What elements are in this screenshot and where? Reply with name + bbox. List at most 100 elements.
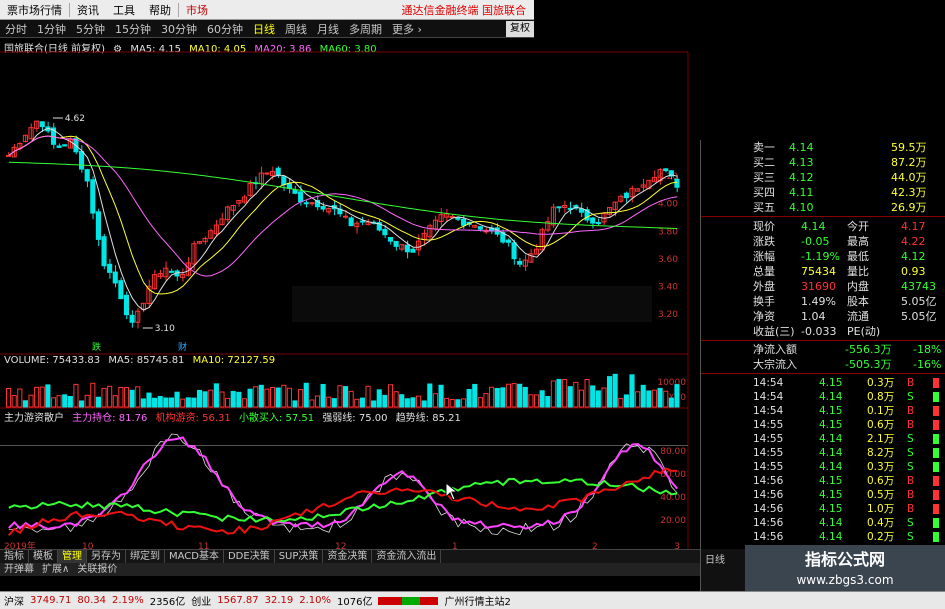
tab-macd[interactable]: MACD基本 <box>165 550 224 563</box>
danmaku-button[interactable]: 开弹幕 <box>0 563 38 576</box>
volume-bar <box>314 395 321 408</box>
stat-label: 最低 <box>847 250 869 263</box>
bid-label: 买五 <box>753 201 775 214</box>
bid-row: 买四 4.11 42.3万 <box>701 185 945 200</box>
volume-bar <box>539 390 545 408</box>
tab-fund-decision[interactable]: 资金决策 <box>323 550 373 563</box>
volume-bar <box>17 388 23 408</box>
volume-bar <box>343 386 349 408</box>
tab-bind-to[interactable]: 绑定到 <box>126 550 165 563</box>
candle-body <box>95 211 101 240</box>
menu-help[interactable]: 帮助 <box>142 2 178 18</box>
related-quote-button[interactable]: 关联报价 <box>73 563 121 576</box>
trade-row: 14:56 4.14 0.2万 S <box>701 530 945 544</box>
period-tab[interactable]: 30分钟 <box>156 21 202 37</box>
volume-bar <box>455 399 461 408</box>
candle-body <box>663 168 669 172</box>
bid-label: 买三 <box>753 171 775 184</box>
volume-bar <box>421 400 427 408</box>
volume-bar <box>348 390 354 408</box>
trade-time: 14:55 <box>753 461 784 473</box>
volume-bar <box>640 384 646 408</box>
period-tab[interactable]: 月线 <box>312 21 344 37</box>
candle-body <box>275 167 281 176</box>
tab-sup[interactable]: SUP决策 <box>275 550 324 563</box>
period-tab[interactable]: 5分钟 <box>71 21 110 37</box>
cy-index-name: 创业 <box>191 597 212 608</box>
server-station[interactable]: 广州行情主站2 <box>444 593 510 608</box>
volume-bar <box>163 397 169 408</box>
volume-bar <box>286 387 292 408</box>
menu-news[interactable]: 资讯 <box>70 2 106 18</box>
volume-bar <box>101 387 107 408</box>
trade-row: 14:54 4.14 0.8万 S <box>701 390 945 404</box>
candle-body <box>393 240 399 247</box>
menu-market[interactable]: 市场 <box>179 2 215 18</box>
period-tab[interactable]: 1分钟 <box>32 21 71 37</box>
stat-row: 涨幅 -1.19% 最低 4.12 <box>701 249 945 264</box>
volume-bar <box>663 390 669 408</box>
period-tab-more[interactable]: 更多 › <box>387 21 427 37</box>
volume-ma10-label: MA10: 72127.59 <box>192 355 276 366</box>
stat-value: 4.14 <box>801 220 826 233</box>
mouse-cursor-icon <box>445 481 459 501</box>
stat-label: 收益(三) <box>753 325 795 338</box>
side-daily-tab[interactable]: 日线 <box>701 549 745 568</box>
trade-time: 14:56 <box>753 489 784 501</box>
period-tab[interactable]: 15分钟 <box>110 21 156 37</box>
menu-market-quotes[interactable]: 票市场行情 <box>0 2 69 18</box>
period-tab[interactable]: 60分钟 <box>202 21 248 37</box>
period-tab[interactable]: 多周期 <box>344 21 387 37</box>
tab-save-as[interactable]: 另存为 <box>87 550 126 563</box>
candle-body <box>90 179 96 214</box>
volume-bar <box>298 389 304 408</box>
volume-bar <box>365 385 371 408</box>
period-tab[interactable]: 周线 <box>280 21 312 37</box>
volume-bar <box>550 380 556 408</box>
trade-time: 14:56 <box>753 475 784 487</box>
trade-time: 14:55 <box>753 433 784 445</box>
divider <box>701 373 945 374</box>
tab-manage[interactable]: 管理 <box>58 550 87 563</box>
stat-value: 5.05亿 <box>901 295 937 308</box>
header-ad-text: 通达信金融终端 国旅联合 <box>401 3 527 17</box>
expand-button[interactable]: 扩展∧ <box>38 563 73 576</box>
menu-tools[interactable]: 工具 <box>106 2 142 18</box>
period-tab-daily[interactable]: 日线 <box>248 21 280 37</box>
candle-body <box>320 206 326 210</box>
side-tab-area: 日线 <box>700 549 745 591</box>
candle-body <box>107 263 113 273</box>
candle-body <box>348 217 354 227</box>
trade-tick <box>933 476 939 486</box>
volume-bar <box>505 383 511 408</box>
candle-body <box>595 222 601 225</box>
tab-dde[interactable]: DDE决策 <box>224 550 275 563</box>
status-bar: 沪深 3749.71 80.34 2.19% 2356亿 创业 1567.87 … <box>0 591 945 609</box>
trade-side: B <box>907 405 915 417</box>
candle-body <box>556 206 562 209</box>
volume-bar <box>489 386 495 408</box>
period-tab[interactable]: 分时 <box>0 21 32 37</box>
volume-bar <box>180 398 186 408</box>
stat-label: 外盘 <box>753 280 775 293</box>
trade-tick <box>933 392 939 402</box>
bid-price: 4.10 <box>789 201 814 214</box>
flow-label: 大宗流入 <box>753 358 797 371</box>
candle-body <box>511 242 517 260</box>
chart-pane[interactable]: 国旅联合(日线 前复权) ⚙ MA5: 4.15 MA10: 4.05 MA20… <box>0 38 700 558</box>
trade-time: 14:54 <box>753 391 784 403</box>
volume-bar <box>326 396 332 408</box>
tab-indicator[interactable]: 指标 <box>0 550 29 563</box>
volume-bar <box>472 383 478 408</box>
tab-fund-flow[interactable]: 资金流入流出 <box>372 550 442 563</box>
trade-row: 14:56 4.14 0.4万 S <box>701 516 945 530</box>
adjust-button[interactable]: 复权 <box>506 20 534 37</box>
redaction-box <box>292 286 652 322</box>
stat-label: 股本 <box>847 295 869 308</box>
candle-body <box>292 189 298 194</box>
trade-side: S <box>907 433 914 445</box>
indicator-xiaoshu: 小散买入: 57.51 <box>238 413 315 424</box>
tab-template[interactable]: 模板 <box>29 550 58 563</box>
trade-time: 14:56 <box>753 531 784 543</box>
trade-side: S <box>907 447 914 459</box>
